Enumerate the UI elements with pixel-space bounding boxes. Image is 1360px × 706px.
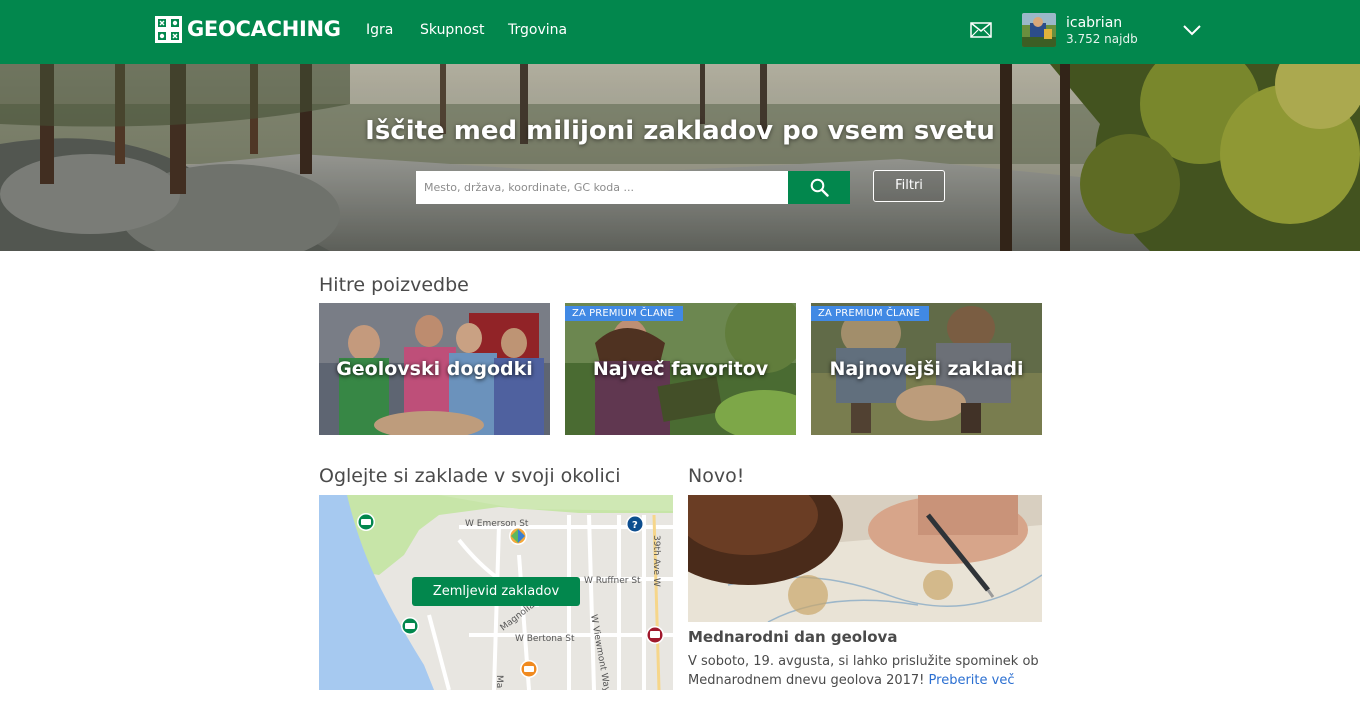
tile-label: Največ favoritov	[592, 358, 769, 380]
mystery-cache-marker[interactable]: ?	[626, 515, 644, 533]
nav-igra[interactable]: Igra	[366, 21, 393, 39]
mail-icon[interactable]	[970, 21, 992, 39]
event-cache-marker[interactable]	[646, 626, 664, 644]
nav-skupnost[interactable]: Skupnost	[420, 21, 485, 39]
news-body: V soboto, 19. avgusta, si lahko prisluži…	[688, 652, 1048, 690]
logo-text: GEOCACHING	[187, 17, 341, 41]
news-image[interactable]	[688, 495, 1042, 622]
tile-label: Najnovejši zakladi	[829, 358, 1024, 380]
search-icon	[810, 178, 829, 197]
premium-badge: ZA PREMIUM ČLANE	[565, 306, 683, 321]
filter-button[interactable]: Filtri	[873, 170, 945, 202]
premium-badge: ZA PREMIUM ČLANE	[811, 306, 929, 321]
hero-title: Iščite med milijoni zakladov po vsem sve…	[365, 116, 995, 146]
cache-map-button[interactable]: Zemljevid zakladov	[412, 577, 580, 606]
hero-banner: Iščite med milijoni zakladov po vsem sve…	[0, 64, 1360, 251]
username[interactable]: icabrian	[1066, 15, 1122, 32]
search-input[interactable]	[416, 171, 788, 204]
geocaching-logo[interactable]: GEOCACHING	[155, 16, 341, 43]
top-navbar: GEOCACHING Igra Skupnost Trgovina icabri…	[0, 0, 1360, 64]
news-headline[interactable]: Mednarodni dan geolova	[688, 628, 897, 647]
search-button[interactable]	[788, 171, 850, 204]
chevron-down-icon[interactable]	[1182, 22, 1202, 38]
hero-background-image	[0, 64, 1360, 251]
tile-newest-caches[interactable]: Najnovejši zakladi ZA PREMIUM ČLANE	[811, 303, 1042, 435]
tile-label: Geolovski dogodki	[336, 358, 533, 380]
letterbox-cache-marker[interactable]	[520, 660, 538, 678]
street-label: W Ruffner St	[584, 576, 641, 586]
news-title: Novo!	[688, 465, 745, 487]
nearby-title: Oglejte si zaklade v svoji okolici	[319, 465, 621, 487]
nearby-map[interactable]: W Emerson St W Ruffner St W Bertona St M…	[319, 495, 673, 690]
street-label: 39th Ave W	[651, 535, 661, 587]
nav-trgovina[interactable]: Trgovina	[508, 21, 567, 39]
street-label: W Bertona St	[515, 634, 575, 644]
quick-searches-title: Hitre poizvedbe	[319, 274, 469, 296]
street-label: Ma	[494, 675, 504, 688]
avatar[interactable]	[1022, 13, 1056, 47]
multi-cache-marker[interactable]	[509, 527, 527, 545]
tile-most-favorites[interactable]: Največ favoritov ZA PREMIUM ČLANE	[565, 303, 796, 435]
finds-count: 3.752 najdb	[1066, 32, 1138, 46]
read-more-link[interactable]: Preberite več	[929, 673, 1015, 688]
cache-marker[interactable]	[401, 617, 419, 635]
cache-marker[interactable]	[357, 513, 375, 531]
logo-icon	[155, 16, 182, 43]
tile-geocaching-events[interactable]: Geolovski dogodki	[319, 303, 550, 435]
svg-text:?: ?	[632, 520, 638, 531]
